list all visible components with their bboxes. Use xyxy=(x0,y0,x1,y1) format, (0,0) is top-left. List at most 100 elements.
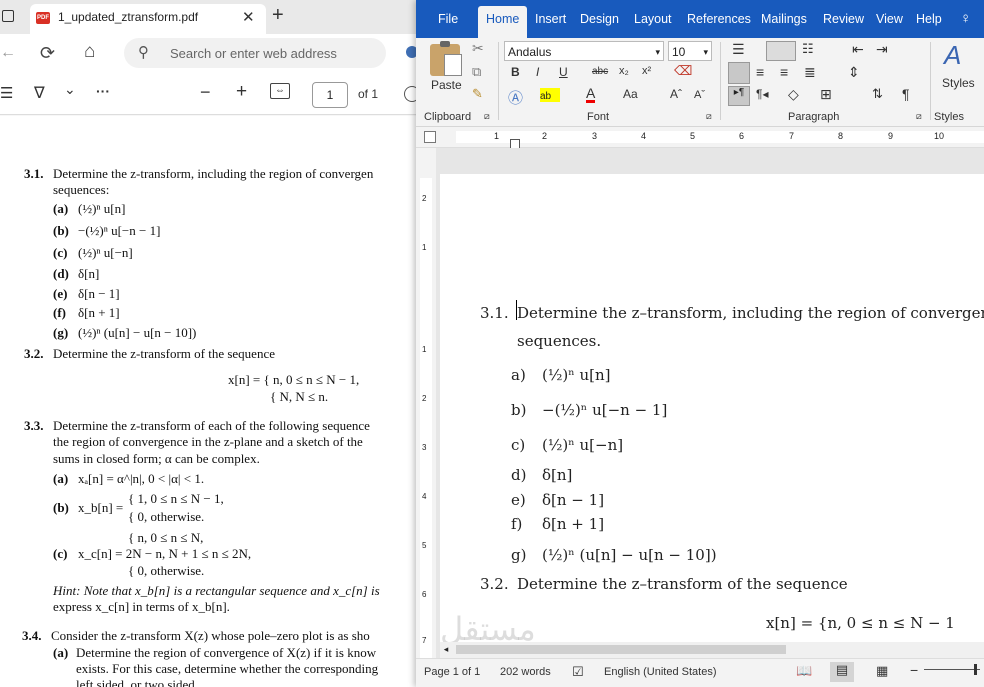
window-menu-icon[interactable] xyxy=(2,10,14,22)
font-color-button[interactable]: A xyxy=(586,86,596,103)
superscript-button[interactable]: x² xyxy=(642,65,651,77)
bold-button[interactable]: B xyxy=(511,65,520,79)
browser-tab[interactable]: PDF 1_updated_ztransform.pdf ✕ xyxy=(30,4,266,34)
doc-item-label: g) xyxy=(511,546,527,564)
change-case-button[interactable]: Aa xyxy=(623,87,638,101)
styles-button[interactable]: Styles xyxy=(942,76,975,90)
horizontal-ruler[interactable]: 1 2 3 4 5 6 7 8 9 10 xyxy=(416,127,984,149)
read-mode-icon[interactable]: 📖 xyxy=(796,663,812,679)
zoom-out-icon[interactable]: − xyxy=(910,662,918,678)
justify-icon[interactable]: ≣ xyxy=(804,64,816,81)
tab-insert[interactable]: Insert xyxy=(535,12,566,26)
font-launcher-icon[interactable]: ⧄ xyxy=(706,111,712,122)
tab-design[interactable]: Design xyxy=(580,12,619,26)
tab-help[interactable]: Help xyxy=(916,12,942,26)
underline-button[interactable]: U xyxy=(559,65,568,79)
draw-filter-icon[interactable]: ∇ xyxy=(34,83,45,103)
doc-equation: (½)ⁿ (u[n] − u[n − 10]) xyxy=(542,546,717,564)
page-count-label: of 1 xyxy=(358,87,379,101)
horizontal-scrollbar[interactable]: ◂ xyxy=(440,642,984,658)
tab-review[interactable]: Review xyxy=(823,12,864,26)
page-indicator[interactable]: Page 1 of 1 xyxy=(424,666,480,678)
document-page[interactable]: 3.1. Determine the z–transform, includin… xyxy=(440,174,984,674)
pdf-text-line: (½)ⁿ u[−n] xyxy=(78,245,133,260)
reload-icon[interactable]: ⟳ xyxy=(40,43,55,64)
bullets-icon[interactable]: ☰ xyxy=(732,41,745,58)
pdf-equation: { 0, otherwise. xyxy=(128,563,205,578)
clear-formatting-icon[interactable]: ⌫ xyxy=(674,63,692,79)
scrollbar-thumb[interactable] xyxy=(456,645,786,654)
item-label: (a) xyxy=(53,201,69,216)
language-indicator[interactable]: English (United States) xyxy=(604,666,717,678)
tab-selector-icon[interactable] xyxy=(424,131,436,143)
tab-home[interactable]: Home xyxy=(478,6,528,38)
align-left-icon[interactable] xyxy=(728,62,750,84)
address-input[interactable]: Search or enter web address xyxy=(170,46,337,61)
tab-file[interactable]: File xyxy=(438,12,458,26)
italic-button[interactable]: I xyxy=(536,65,539,79)
print-layout-icon[interactable]: ▤ xyxy=(830,662,854,682)
multilevel-list-icon[interactable]: ☷ xyxy=(802,41,814,57)
format-painter-icon[interactable]: ✎ xyxy=(472,86,483,102)
subscript-button[interactable]: x₂ xyxy=(619,65,629,77)
doc-item-label: b) xyxy=(511,401,527,419)
copy-icon[interactable]: ⧉ xyxy=(472,64,481,80)
pdf-browser-window: PDF 1_updated_ztransform.pdf ✕ + ← ⟳ ⌂ ⚲… xyxy=(0,0,420,687)
zoom-out-button[interactable]: − xyxy=(200,82,211,103)
tab-mailings[interactable]: Mailings xyxy=(761,12,807,26)
doc-problem-number: 3.1. xyxy=(480,304,509,322)
paste-button[interactable]: Paste xyxy=(431,78,462,92)
numbering-icon[interactable] xyxy=(766,41,796,61)
paragraph-launcher-icon[interactable]: ⧄ xyxy=(916,111,922,122)
pdf-text-line: (½)ⁿ u[n] xyxy=(78,201,126,216)
show-formatting-icon[interactable]: ¶ xyxy=(902,86,910,102)
align-center-icon[interactable]: ≡ xyxy=(756,64,764,80)
home-icon[interactable]: ⌂ xyxy=(84,41,95,63)
shading-icon[interactable]: ◇ xyxy=(788,86,799,103)
align-right-icon[interactable]: ≡ xyxy=(780,64,788,80)
cut-icon[interactable]: ✂ xyxy=(472,40,484,57)
line-spacing-icon[interactable]: ⇕ xyxy=(848,64,860,81)
sort-icon[interactable]: ⇅ xyxy=(872,86,883,102)
more-options-icon[interactable]: ··· xyxy=(96,83,110,99)
borders-icon[interactable]: ⊞ xyxy=(820,86,832,103)
pdf-toolbar: ☰ ∇ ⌄ ··· − + ⇔ 1 of 1 xyxy=(0,74,420,115)
zoom-slider[interactable] xyxy=(924,669,980,670)
tab-view[interactable]: View xyxy=(876,12,903,26)
zoom-slider-thumb[interactable] xyxy=(974,664,977,675)
chevron-down-icon[interactable]: ⌄ xyxy=(64,81,76,98)
close-tab-icon[interactable]: ✕ xyxy=(242,8,255,26)
page-number-input[interactable]: 1 xyxy=(312,82,348,108)
fit-page-icon[interactable]: ⇔ xyxy=(270,83,290,99)
font-size-combo[interactable]: 10 ▾ xyxy=(668,41,712,61)
new-tab-button[interactable]: + xyxy=(272,4,284,27)
contents-menu-icon[interactable]: ☰ xyxy=(0,84,13,102)
strikethrough-button[interactable]: abc xyxy=(592,66,608,77)
clipboard-launcher-icon[interactable]: ⧄ xyxy=(484,111,490,122)
scroll-left-icon[interactable]: ◂ xyxy=(440,644,452,656)
paste-icon[interactable] xyxy=(430,41,462,76)
rtl-icon[interactable]: ¶◂ xyxy=(756,87,768,101)
ribbon-divider xyxy=(720,42,721,120)
shrink-font-button[interactable]: Aˇ xyxy=(694,89,705,101)
zoom-in-button[interactable]: + xyxy=(236,81,247,103)
item-label: (d) xyxy=(53,266,69,281)
decrease-indent-icon[interactable]: ⇤ xyxy=(852,41,864,58)
text-effects-icon[interactable]: Ⓐ xyxy=(508,87,523,108)
increase-indent-icon[interactable]: ⇥ xyxy=(876,41,888,58)
tab-layout[interactable]: Layout xyxy=(634,12,672,26)
document-canvas[interactable]: 3.1. Determine the z–transform, includin… xyxy=(436,148,984,674)
proofing-icon[interactable]: ☑ xyxy=(572,664,584,680)
grow-font-button[interactable]: Aˆ xyxy=(670,87,682,101)
address-bar[interactable]: ⚲ Search or enter web address xyxy=(124,38,386,68)
ruler-number: 3 xyxy=(422,443,427,452)
tab-references[interactable]: References xyxy=(687,12,751,26)
ltr-icon[interactable]: ▸¶ xyxy=(728,86,750,106)
styles-icon[interactable]: A xyxy=(944,40,961,71)
web-layout-icon[interactable]: ▦ xyxy=(876,663,888,679)
font-name-combo[interactable]: Andalus ▾ xyxy=(504,41,664,61)
highlight-icon[interactable]: ab xyxy=(540,88,560,102)
lightbulb-icon[interactable]: ♀ xyxy=(960,10,971,27)
back-icon[interactable]: ← xyxy=(0,44,16,62)
word-count[interactable]: 202 words xyxy=(500,666,551,678)
